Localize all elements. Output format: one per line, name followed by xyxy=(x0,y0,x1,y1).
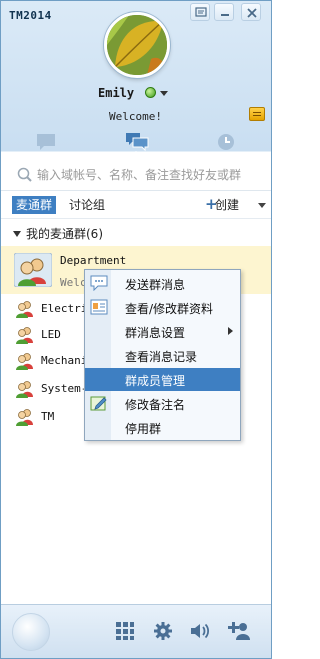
message-box-icon[interactable] xyxy=(249,107,265,121)
group-name: LED xyxy=(41,328,61,341)
minimize-icon xyxy=(221,14,229,16)
menu-item-label: 群成员管理 xyxy=(125,374,186,388)
leaf-photo-icon xyxy=(107,15,167,75)
search-icon xyxy=(17,167,32,182)
app-title: TM2014 xyxy=(9,9,52,22)
group-icon xyxy=(16,381,33,398)
main-menu-orb-button[interactable] xyxy=(12,613,50,651)
clock-icon xyxy=(218,134,234,150)
signature-text[interactable]: Welcome! xyxy=(109,110,162,123)
tab-maitong-groups[interactable]: 麦通群 xyxy=(12,196,57,214)
create-button[interactable]: 创建 xyxy=(215,196,239,214)
group-section-header[interactable]: 我的麦通群(6) xyxy=(1,222,271,244)
app-grid-icon[interactable] xyxy=(115,621,135,641)
user-avatar[interactable] xyxy=(104,12,170,78)
close-button[interactable] xyxy=(241,3,261,21)
group-name: TM xyxy=(41,410,55,423)
online-status-icon[interactable] xyxy=(145,87,156,98)
menu-item-label: 发送群消息 xyxy=(125,278,186,292)
group-chat-icon xyxy=(126,133,149,152)
tab-chat[interactable] xyxy=(1,125,91,157)
menu-item-label: 群消息设置 xyxy=(125,326,186,340)
chat-bubble-icon xyxy=(37,134,55,150)
minimize-button[interactable] xyxy=(214,3,234,21)
group-context-menu: 发送群消息 查看/修改群资料 群消息设置 查看消息记录 群成员管理 修改备注名 … xyxy=(84,269,241,441)
chat-icon xyxy=(90,275,108,291)
group-icon xyxy=(16,327,33,344)
menu-item-group-message-settings[interactable]: 群消息设置 xyxy=(85,320,240,343)
tab-recent[interactable] xyxy=(181,125,271,157)
menu-icon xyxy=(195,7,207,17)
submenu-arrow-icon xyxy=(228,327,233,335)
group-avatar-icon xyxy=(14,253,52,287)
group-icon xyxy=(16,301,33,318)
add-contact-icon[interactable] xyxy=(227,621,251,641)
main-menu-button[interactable] xyxy=(190,3,210,21)
gear-icon[interactable] xyxy=(153,621,173,641)
search-box[interactable] xyxy=(1,159,271,191)
group-subtabs: 麦通群 讨论组 + 创建 xyxy=(1,192,271,219)
group-name: System- xyxy=(41,382,88,395)
close-icon xyxy=(247,8,257,18)
chevron-down-icon[interactable] xyxy=(258,203,266,208)
group-icon xyxy=(16,353,33,370)
expand-triangle-icon[interactable] xyxy=(13,231,21,237)
group-name: Department xyxy=(60,254,127,267)
group-icon xyxy=(16,409,33,426)
menu-item-view-message-history[interactable]: 查看消息记录 xyxy=(85,344,240,367)
menu-item-edit-group-info[interactable]: 查看/修改群资料 xyxy=(85,296,240,319)
group-name: Mechani xyxy=(41,354,88,367)
main-window: TM2014 Emily Welcome! 输入域帐号、名称、备注查找好友或群 … xyxy=(0,0,272,659)
menu-item-label: 修改备注名 xyxy=(125,398,186,412)
username[interactable]: Emily xyxy=(98,86,134,100)
active-tab-pointer xyxy=(129,151,143,158)
menu-item-disable-group[interactable]: 停用群 xyxy=(85,416,240,439)
menu-item-label: 查看消息记录 xyxy=(125,350,198,364)
bottom-toolbar xyxy=(1,604,271,658)
search-input[interactable] xyxy=(37,164,265,186)
speaker-icon[interactable] xyxy=(189,621,211,641)
menu-item-manage-members[interactable]: 群成员管理 xyxy=(85,368,240,391)
menu-item-send-group-message[interactable]: 发送群消息 xyxy=(85,272,240,295)
tab-discussion-groups[interactable]: 讨论组 xyxy=(69,196,105,214)
menu-item-label: 停用群 xyxy=(125,422,162,436)
status-dropdown-icon[interactable] xyxy=(160,91,168,96)
profile-card-icon xyxy=(90,299,108,315)
edit-icon xyxy=(90,396,107,411)
menu-item-rename-remark[interactable]: 修改备注名 xyxy=(85,392,240,415)
group-section-label: 我的麦通群(6) xyxy=(26,227,103,241)
menu-item-label: 查看/修改群资料 xyxy=(125,302,214,316)
